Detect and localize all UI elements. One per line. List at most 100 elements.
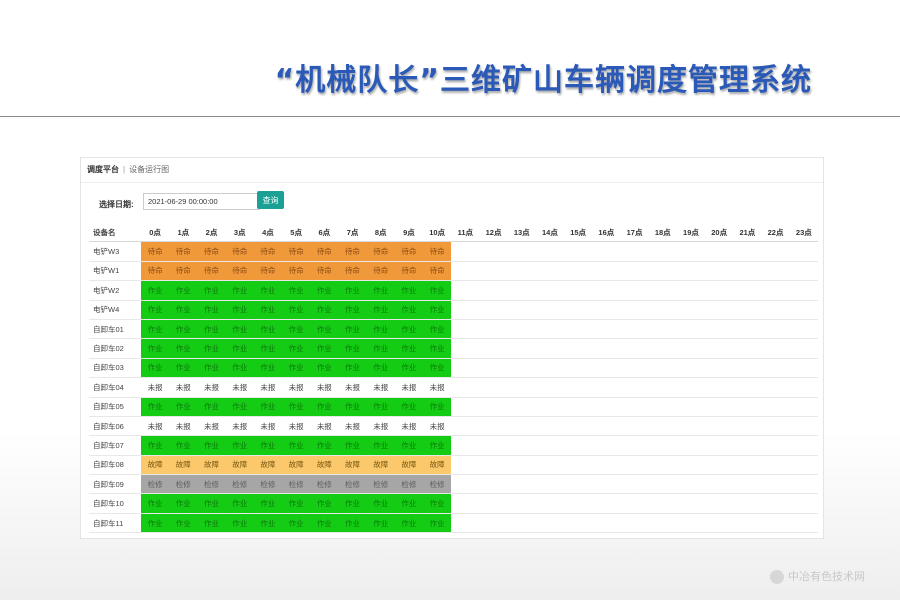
status-cell: 待命 xyxy=(366,241,395,262)
empty-cell xyxy=(733,435,762,456)
status-cell: 作业 xyxy=(253,280,283,301)
status-cell: 未报 xyxy=(141,416,170,437)
status-cell: 作业 xyxy=(394,358,424,379)
empty-cell xyxy=(620,416,649,437)
empty-cell xyxy=(648,493,677,514)
status-cell: 作业 xyxy=(366,319,395,340)
empty-cell xyxy=(648,261,677,282)
empty-cell xyxy=(648,358,677,379)
status-cell: 未报 xyxy=(225,416,254,437)
status-cell: 作业 xyxy=(310,280,339,301)
empty-cell xyxy=(761,300,790,320)
table-row: 电铲W3 待命 待命 待命 待命 待命 待命 待命 待命 待命 待命 待命 xyxy=(89,241,818,262)
empty-cell xyxy=(789,377,818,398)
empty-cell xyxy=(592,338,621,359)
empty-cell xyxy=(564,338,593,359)
empty-cell xyxy=(479,455,508,476)
breadcrumb-equipment-chart[interactable]: 设备运行图 xyxy=(129,165,169,174)
empty-cell xyxy=(592,397,621,417)
empty-cell xyxy=(564,474,593,495)
status-cell: 待命 xyxy=(282,261,311,282)
empty-cell xyxy=(789,397,818,417)
status-cell: 作业 xyxy=(394,300,424,320)
empty-cell xyxy=(705,338,734,359)
status-cell: 作业 xyxy=(394,493,424,514)
status-cell: 作业 xyxy=(225,300,254,320)
column-header-equipment-name: 设备名 xyxy=(89,223,141,243)
status-cell: 作业 xyxy=(225,513,254,534)
empty-cell xyxy=(620,493,649,514)
equipment-name-cell: 自卸车06 xyxy=(89,416,141,437)
status-cell: 检修 xyxy=(253,474,283,495)
status-cell: 待命 xyxy=(423,241,452,262)
column-header-hour: 21点 xyxy=(733,223,762,243)
empty-cell xyxy=(648,300,677,320)
status-cell: 作业 xyxy=(366,397,395,417)
status-cell: 作业 xyxy=(225,319,254,340)
empty-cell xyxy=(789,280,818,301)
status-cell: 作业 xyxy=(310,338,339,359)
column-header-hour: 3点 xyxy=(225,223,254,243)
empty-cell xyxy=(564,493,593,514)
breadcrumb-dispatch-platform[interactable]: 调度平台 xyxy=(87,165,119,174)
empty-cell xyxy=(648,474,677,495)
column-header-hour: 0点 xyxy=(141,223,170,243)
status-cell: 作业 xyxy=(423,513,452,534)
empty-cell xyxy=(648,377,677,398)
status-cell: 作业 xyxy=(338,358,367,379)
empty-cell xyxy=(564,319,593,340)
status-cell: 作业 xyxy=(394,280,424,301)
status-cell: 未报 xyxy=(197,416,226,437)
status-cell: 作业 xyxy=(141,513,170,534)
empty-cell xyxy=(479,513,508,534)
status-cell: 待命 xyxy=(197,241,226,262)
status-cell: 作业 xyxy=(282,280,311,301)
status-cell: 作业 xyxy=(141,397,170,417)
equipment-name-cell: 电铲W1 xyxy=(89,261,141,282)
status-cell: 作业 xyxy=(282,338,311,359)
empty-cell xyxy=(761,493,790,514)
status-cell: 待命 xyxy=(394,241,424,262)
equipment-name-cell: 电铲W3 xyxy=(89,241,141,262)
equipment-name-cell: 自卸车01 xyxy=(89,319,141,340)
empty-cell xyxy=(479,397,508,417)
status-cell: 作业 xyxy=(423,493,452,514)
equipment-name-cell: 自卸车08 xyxy=(89,455,141,476)
empty-cell xyxy=(620,474,649,495)
status-cell: 检修 xyxy=(394,474,424,495)
equipment-name-cell: 自卸车04 xyxy=(89,377,141,398)
empty-cell xyxy=(564,377,593,398)
column-header-hour: 7点 xyxy=(338,223,367,243)
empty-cell xyxy=(620,435,649,456)
empty-cell xyxy=(705,319,734,340)
empty-cell xyxy=(479,474,508,495)
status-cell: 作业 xyxy=(366,513,395,534)
empty-cell xyxy=(620,319,649,340)
column-header-hour: 19点 xyxy=(676,223,706,243)
watermark-text: 中冶有色技术网 xyxy=(788,570,865,583)
column-header-hour: 5点 xyxy=(282,223,311,243)
status-cell: 未报 xyxy=(338,416,367,437)
status-cell: 作业 xyxy=(169,358,198,379)
empty-cell xyxy=(761,397,790,417)
status-cell: 待命 xyxy=(197,261,226,282)
status-cell: 作业 xyxy=(169,300,198,320)
equipment-name-cell: 自卸车10 xyxy=(89,493,141,514)
empty-cell xyxy=(761,358,790,379)
status-cell: 未报 xyxy=(394,416,424,437)
empty-cell xyxy=(761,241,790,262)
empty-cell xyxy=(507,455,536,476)
status-cell: 作业 xyxy=(253,513,283,534)
status-cell: 待命 xyxy=(310,241,339,262)
status-cell: 作业 xyxy=(423,280,452,301)
status-cell: 作业 xyxy=(338,493,367,514)
date-input[interactable] xyxy=(143,193,260,210)
status-cell: 作业 xyxy=(394,319,424,340)
table-row: 自卸车03 作业 作业 作业 作业 作业 作业 作业 作业 作业 作业 作业 xyxy=(89,358,818,379)
column-header-hour: 23点 xyxy=(789,223,818,243)
equipment-name-cell: 电铲W4 xyxy=(89,300,141,320)
empty-cell xyxy=(507,435,536,456)
equipment-schedule-table: 设备名 0点 1点 2点 3点 4点 5点 6点 7点 8点 9点 10点 11点 12点 13点 14点 15… xyxy=(89,223,818,534)
query-button[interactable]: 查询 xyxy=(257,191,284,209)
status-cell: 检修 xyxy=(282,474,311,495)
